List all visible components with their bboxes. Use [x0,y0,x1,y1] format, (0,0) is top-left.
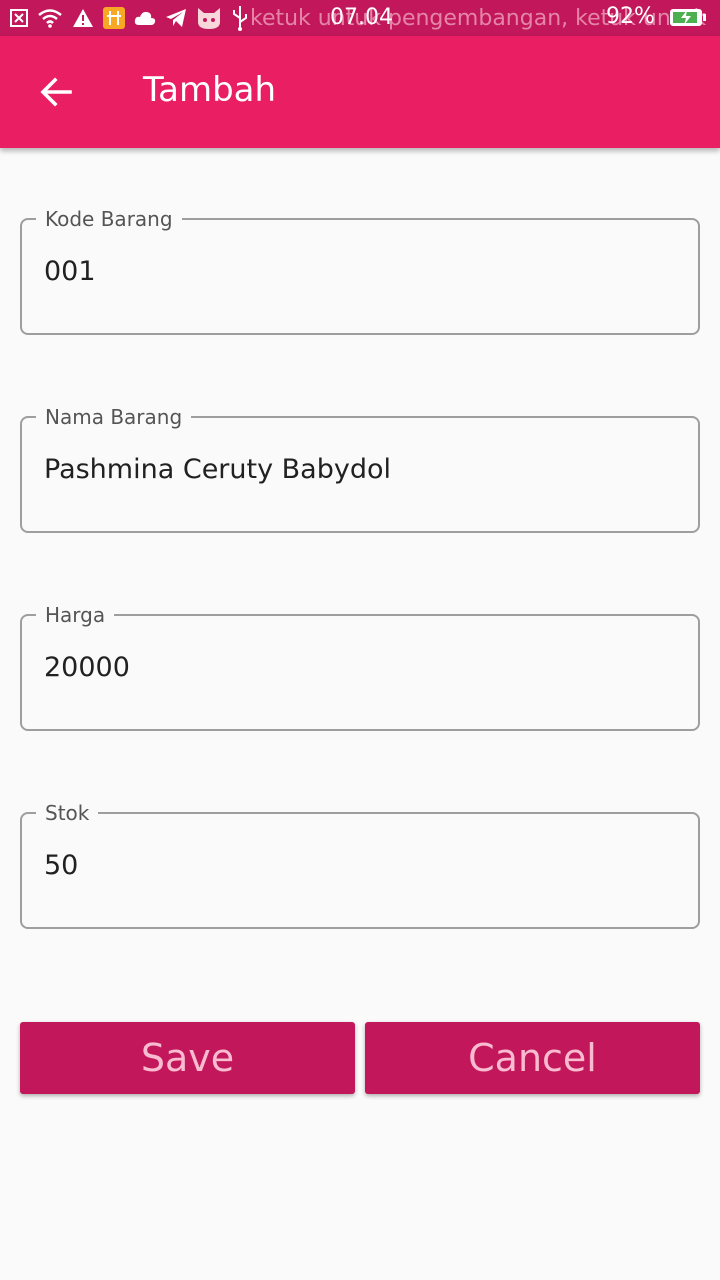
close-box-icon [10,9,28,27]
nama-barang-field[interactable]: Nama Barang Pashmina Ceruty Babydol [20,404,700,533]
charging-bolt-icon [681,10,691,25]
battery-percent: 92% [606,4,655,29]
battery-tip [703,14,706,21]
stok-field[interactable]: Stok 50 [20,800,700,929]
nama-barang-input[interactable]: Pashmina Ceruty Babydol [44,454,391,485]
status-bar: ketuk untuk pengembangan, ketuk untuk 07… [0,0,720,36]
usb-icon [231,5,249,31]
harga-input[interactable]: 20000 [44,652,130,683]
page-title: Tambah [143,70,277,110]
cat-face-icon [196,6,222,30]
kode-barang-field[interactable]: Kode Barang 001 [20,206,700,335]
battery-icon [670,9,702,26]
save-button[interactable]: Save [20,1022,355,1094]
status-icons [10,4,249,32]
cloud-icon [134,10,156,26]
warning-icon [72,8,94,28]
kode-barang-label: Kode Barang [36,206,182,232]
harga-label: Harga [36,602,115,628]
telegram-icon [165,8,187,28]
usb-debug-icon [103,7,125,29]
app-bar: Tambah [0,36,720,148]
cancel-button[interactable]: Cancel [365,1022,700,1094]
nama-barang-label: Nama Barang [36,404,192,430]
arrow-back-icon [40,77,72,107]
harga-field[interactable]: Harga 20000 [20,602,700,731]
back-button[interactable] [24,60,88,124]
stok-label: Stok [36,800,99,826]
kode-barang-input[interactable]: 001 [44,256,96,287]
stok-input[interactable]: 50 [44,850,78,881]
wifi-icon [37,8,63,28]
clock: 07.04 [330,5,393,30]
